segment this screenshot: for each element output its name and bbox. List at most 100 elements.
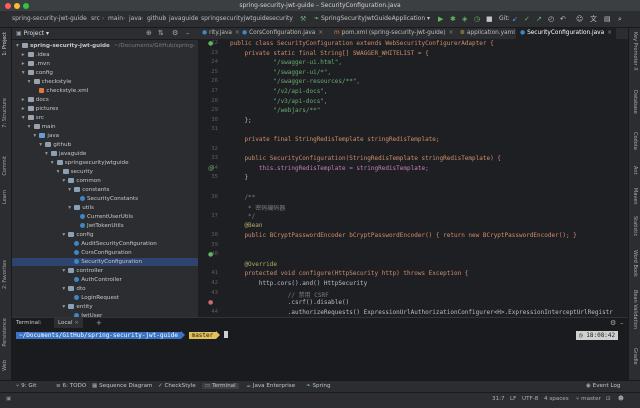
tool-spring[interactable]: ❧ Spring [306,383,331,389]
tree-item[interactable]: SecurityConstants [74,195,138,203]
git-rollback-icon[interactable]: ↶ [560,15,566,23]
new-terminal-icon[interactable]: + [96,318,102,328]
tree-item[interactable]: CorsConfiguration [68,249,132,257]
close-tab-icon[interactable]: × [318,30,323,36]
breadcrumb-main[interactable]: main [108,15,123,22]
chevron-right-icon[interactable]: ▸ [22,105,28,113]
tree-item[interactable]: ▾ spring-security-jwt-guide ~/Documents/Gi… [16,42,195,50]
editor-tab[interactable]: ● CorsConfiguration.java × [238,28,327,39]
tool-learn[interactable]: Learn [2,190,8,204]
tool-word-book[interactable]: Word Book [632,250,638,277]
tree-item[interactable]: ▾ security [57,168,93,176]
tree-item[interactable]: ▾ src [22,114,44,122]
tree-item[interactable]: ▾ github [39,141,71,149]
stop-icon[interactable]: ■ [486,15,493,23]
chevron-right-icon[interactable]: ▸ [22,96,28,104]
tool-checkstyle[interactable]: ✓ CheckStyle [158,383,196,389]
chevron-right-icon[interactable]: ▸ [22,60,28,68]
chevron-down-icon[interactable]: ▾ [22,69,28,77]
tree-item[interactable]: ▾ java [33,132,59,140]
tool-gradle[interactable]: Gradle [632,348,638,365]
tool-project[interactable]: 1: Project [2,32,8,56]
tool-key-promoter[interactable]: Key Promoter X [632,32,638,71]
minimize-window-icon[interactable] [14,3,20,9]
tree-item[interactable]: JwtTokenUtils [74,222,124,230]
terminal-settings-icon[interactable]: ⚙ [610,318,616,328]
breadcrumb-security[interactable]: security [269,15,293,22]
tree-item[interactable]: ▾ config [22,69,53,77]
breadcrumb-package[interactable]: springsecurityjwtguide [201,15,269,22]
tree-item[interactable]: ▾ javaguide [45,150,86,158]
chevron-down-icon[interactable]: ▾ [57,168,63,176]
maximize-window-icon[interactable] [23,3,29,9]
tree-item[interactable]: ▾ common [62,177,101,185]
hide-terminal-icon[interactable]: – [620,318,624,328]
close-tab-icon[interactable]: × [449,30,454,36]
tree-item[interactable]: ▾ constants [68,186,109,194]
tree-item[interactable]: SecurityConfiguration [12,258,198,266]
tool-bean-validation[interactable]: Bean Validation [632,290,638,329]
breadcrumb-project[interactable]: spring-security-jwt-guide [12,15,87,22]
tool-codota[interactable]: Codota [632,132,638,150]
tree-item[interactable]: AuthController [68,276,122,284]
user-icon[interactable]: ☺ [576,15,583,23]
tree-item[interactable]: ▸ .idea [22,51,50,59]
autowire-gutter-icon[interactable]: @ [208,165,214,172]
file-encoding[interactable]: UTF-8 [522,396,538,402]
structure-icon[interactable]: ▤ [604,15,611,23]
breadcrumb-src[interactable]: src [91,15,100,22]
caret-position[interactable]: 31:7 [492,396,505,402]
project-panel-title[interactable]: ▣ Project ▾ [16,30,49,37]
close-tab-icon[interactable]: × [74,320,79,326]
editor-tab[interactable]: m pom.xml (spring-security-jwt-guide) × [330,28,458,39]
terminal-prompt[interactable]: ~/Documents/GitHub/spring-security-jwt-g… [16,331,228,340]
chevron-down-icon[interactable]: ▾ [28,123,34,131]
profile-icon[interactable]: ◷ [474,15,480,23]
tool-maven[interactable]: Maven [632,188,638,205]
run-config-selector[interactable]: ❧ SpringSecurityJwtGuideApplication ▾ [314,15,430,23]
editor-tab[interactable]: ● rity.java × [198,28,244,39]
tree-item[interactable]: LoginRequest [68,294,119,302]
coverage-icon[interactable]: ◈ [462,15,467,23]
tree-item[interactable]: ▾ controller [62,267,103,275]
tree-item[interactable]: AuditSecurityConfiguration [68,240,157,248]
tool-java-enterprise[interactable]: ☕ Java Enterprise [246,383,295,389]
tool-favorites[interactable]: 2: Favorites [2,260,8,289]
notifications-icon[interactable]: ☻ [618,396,624,402]
debug-icon[interactable]: ✱ [450,15,456,23]
tool-statistic[interactable]: Statistic [632,216,638,236]
tool-web[interactable]: Web [2,360,8,371]
chevron-down-icon[interactable]: ▾ [51,159,57,167]
locate-icon[interactable]: ⊕ [146,29,152,37]
spring-bean-gutter-icon[interactable]: ● [208,40,213,47]
close-window-icon[interactable] [5,3,11,9]
chevron-down-icon[interactable]: ▾ [22,114,28,122]
chevron-right-icon[interactable]: ▸ [22,51,28,59]
tree-item[interactable]: ▾ entity [62,303,93,311]
tool-git[interactable]: ⑂ 9: Git [16,383,36,389]
spring-bean-gutter-icon[interactable]: ● [208,251,213,258]
toggle-tool-windows-icon[interactable]: ▣ [6,396,11,402]
breadcrumb-javaguide[interactable]: javaguide [169,15,198,22]
chevron-down-icon[interactable]: ▾ [28,78,34,86]
tool-structure[interactable]: 7: Structure [2,98,8,128]
tool-persistence[interactable]: Persistence [2,318,8,347]
code-editor[interactable]: 22 23 24 25 26 27 28 29 30 31 32 33 34 35 36 37 38 39 40 41… [198,39,628,317]
git-push-icon[interactable]: ↗ [536,15,542,23]
run-icon[interactable]: ▶ [438,15,443,23]
tool-todo[interactable]: ≡ 6: TODO [56,383,86,389]
line-separator[interactable]: LF [510,396,516,402]
tree-item[interactable]: checkstyle.xml [33,87,88,95]
tree-item[interactable]: ▾ config [62,231,94,239]
search-icon[interactable]: ⌕ [618,15,622,23]
git-branch-status[interactable]: ⑂ master [576,396,601,402]
tree-item[interactable]: ▾ utils [68,204,94,212]
tree-item[interactable]: ▾ springsecurityjwtguide [51,159,129,167]
breadcrumb-java[interactable]: java [129,15,142,22]
indent-setting[interactable]: 4 spaces [544,396,569,402]
tree-item[interactable]: ▾ dto [62,285,86,293]
build-hammer-icon[interactable]: ⚒ [300,15,306,23]
git-history-icon[interactable]: ◴ [548,15,554,23]
gear-icon[interactable]: ⚙ [172,29,178,37]
tree-item[interactable]: ▸ .mvn [22,60,50,68]
